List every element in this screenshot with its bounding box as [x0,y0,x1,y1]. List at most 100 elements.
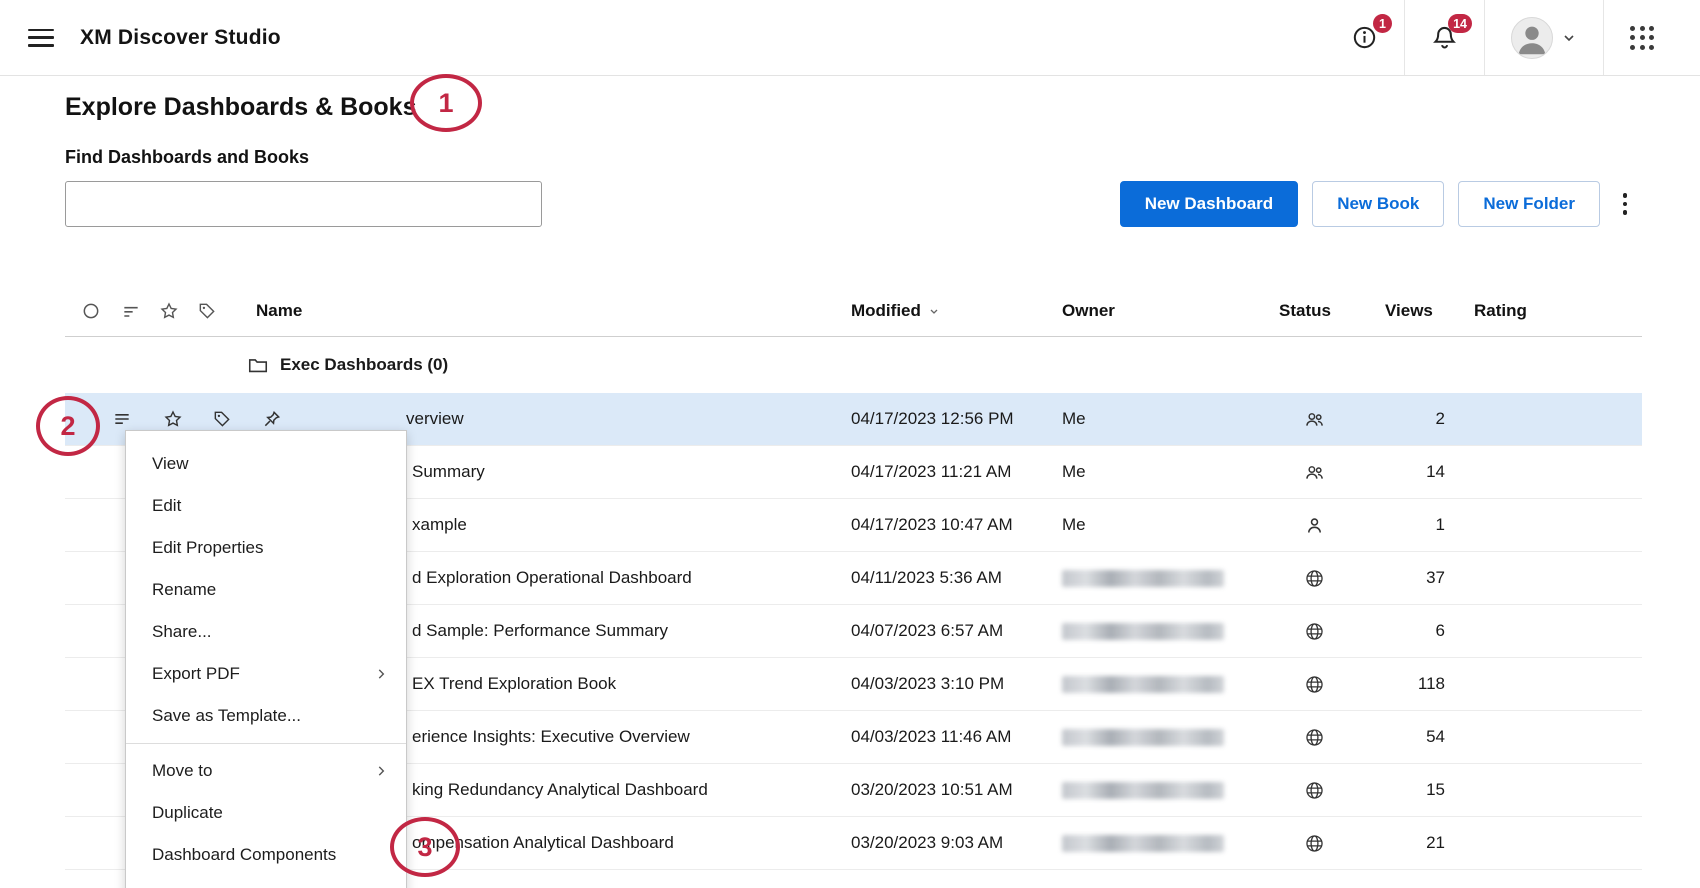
public-status-icon [1304,621,1325,642]
dashboard-name: xample [412,515,467,535]
controls-row: New Dashboard New Book New Folder [65,181,1642,227]
chevron-down-icon [1561,30,1577,46]
row-menu-icon[interactable] [112,409,132,429]
dashboard-name: Summary [412,462,485,482]
public-status-icon [1304,568,1325,589]
menu-item-edit-properties[interactable]: Edit Properties [126,527,406,569]
avatar [1511,17,1553,59]
folder-row[interactable]: Exec Dashboards (0) [65,337,1642,393]
new-book-button[interactable]: New Book [1312,181,1444,227]
dashboard-name: verview [406,409,464,429]
owner-redacted [1062,729,1224,746]
public-status-icon [1304,727,1325,748]
folder-icon [247,354,269,376]
shared-status-icon [1304,462,1325,483]
menu-item-rename[interactable]: Rename [126,569,406,611]
owner: Me [1062,515,1279,535]
info-badge: 1 [1373,14,1392,33]
sort-caret-icon [928,305,940,317]
owner-redacted [1062,835,1224,852]
topbar: XM Discover Studio 1 14 [0,0,1700,76]
modified-date: 04/17/2023 12:56 PM [851,409,1062,429]
public-status-icon [1304,833,1325,854]
search-label: Find Dashboards and Books [65,146,1642,168]
xm-discover-studio-app: XM Discover Studio 1 14 [0,0,1700,888]
modified-date: 04/17/2023 11:21 AM [851,462,1062,482]
account-menu[interactable] [1485,0,1603,75]
menu-item-dashboard-components[interactable]: Dashboard Components [126,834,406,876]
owner: Me [1062,462,1279,482]
table-header: Name Modified Owner Status Views Rating [65,285,1642,337]
notifications-badge: 14 [1448,14,1472,33]
new-folder-button[interactable]: New Folder [1458,181,1600,227]
views-count: 21 [1385,833,1445,853]
apps-grid-icon [1630,26,1654,50]
views-count: 2 [1385,409,1445,429]
select-all-circle-icon[interactable] [81,301,101,321]
views-count: 14 [1385,462,1445,482]
views-count: 1 [1385,515,1445,535]
more-actions-kebab-icon[interactable] [1608,181,1642,227]
modified-date: 03/20/2023 9:03 AM [851,833,1062,853]
modified-date: 04/11/2023 5:36 AM [851,568,1062,588]
apps-grid-button[interactable] [1604,0,1680,75]
header-views[interactable]: Views [1385,301,1445,321]
submenu-arrow-icon [374,667,388,681]
private-status-icon [1304,515,1325,536]
notifications-button[interactable]: 14 [1405,0,1484,75]
owner-redacted [1062,623,1224,640]
labels-tag-icon[interactable] [197,301,217,321]
dashboard-name: erience Insights: Executive Overview [412,727,690,747]
owner: Me [1062,409,1279,429]
header-modified[interactable]: Modified [851,301,1062,321]
modified-date: 04/03/2023 3:10 PM [851,674,1062,694]
menu-item-save-as-template[interactable]: Save as Template... [126,695,406,737]
annotation-circle-1: 1 [410,74,482,132]
views-count: 118 [1385,674,1445,694]
dashboard-name: EX Trend Exploration Book [412,674,616,694]
app-title: XM Discover Studio [80,26,281,50]
header-owner[interactable]: Owner [1062,301,1279,321]
annotation-circle-3: 3 [390,817,460,877]
menu-item-duplicate[interactable]: Duplicate [126,792,406,834]
filter-lines-icon[interactable] [121,301,141,321]
modified-date: 04/17/2023 10:47 AM [851,515,1062,535]
row-star-icon[interactable] [163,409,183,429]
submenu-arrow-icon [374,764,388,778]
menu-item-share[interactable]: Share... [126,611,406,653]
public-status-icon [1304,674,1325,695]
modified-date: 04/07/2023 6:57 AM [851,621,1062,641]
hamburger-menu-icon[interactable] [28,29,54,47]
views-count: 6 [1385,621,1445,641]
row-context-menu: View Edit Edit Properties Rename Share..… [125,430,407,888]
public-status-icon [1304,780,1325,801]
info-button[interactable]: 1 [1325,0,1404,75]
pin-icon[interactable] [262,409,282,429]
views-count: 54 [1385,727,1445,747]
annotation-circle-2: 2 [36,396,100,456]
dashboard-name: d Sample: Performance Summary [412,621,668,641]
menu-item-move-to[interactable]: Move to [126,750,406,792]
menu-item-view[interactable]: View [126,443,406,485]
header-rating[interactable]: Rating [1445,301,1642,321]
modified-date: 03/20/2023 10:51 AM [851,780,1062,800]
folder-name: Exec Dashboards (0) [280,355,448,375]
menu-item-export-pdf[interactable]: Export PDF [126,653,406,695]
page-title: Explore Dashboards & Books [65,92,1642,122]
menu-item-edit[interactable]: Edit [126,485,406,527]
shared-status-icon [1304,409,1325,430]
search-input[interactable] [65,181,542,227]
row-tag-icon[interactable] [212,409,232,429]
dashboard-name: king Redundancy Analytical Dashboard [412,780,708,800]
header-status[interactable]: Status [1279,301,1385,321]
menu-item-schedule[interactable]: Schedule... [126,876,406,888]
header-name[interactable]: Name [256,301,851,321]
modified-date: 04/03/2023 11:46 AM [851,727,1062,747]
favorites-star-icon[interactable] [159,301,179,321]
owner-redacted [1062,676,1224,693]
views-count: 37 [1385,568,1445,588]
dashboard-name: d Exploration Operational Dashboard [412,568,692,588]
new-dashboard-button[interactable]: New Dashboard [1120,181,1298,227]
menu-divider [126,743,406,744]
views-count: 15 [1385,780,1445,800]
